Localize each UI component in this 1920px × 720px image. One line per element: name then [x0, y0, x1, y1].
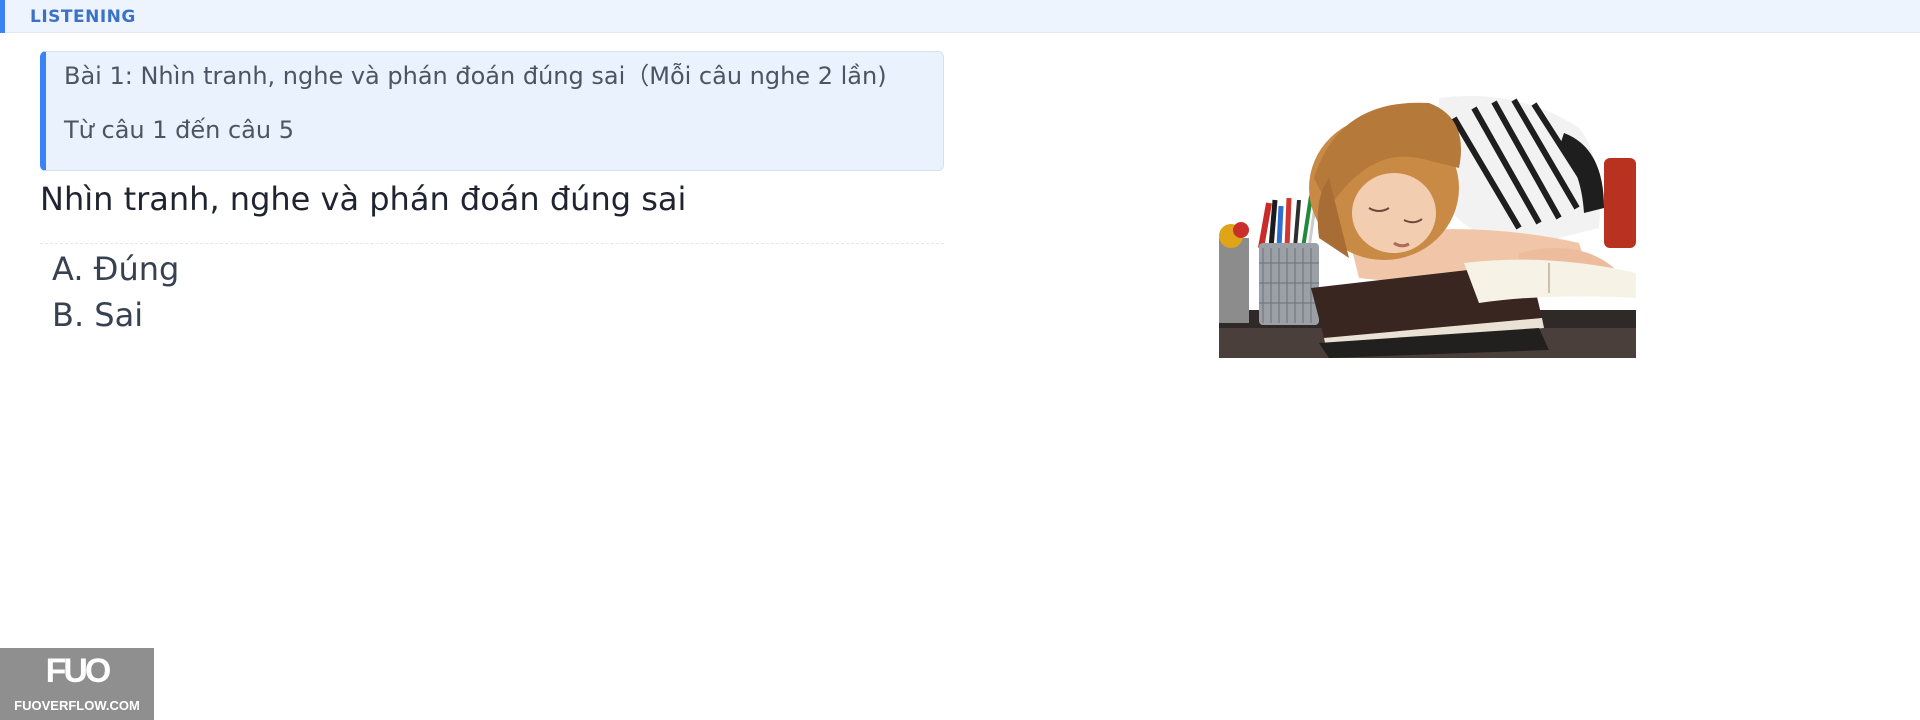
watermark-logo: FUO FUOVERFLOW.COM: [0, 648, 154, 720]
instruction-box: Bài 1: Nhìn tranh, nghe và phán đoán đún…: [40, 51, 944, 171]
student-sleeping-photo: [1219, 88, 1636, 358]
section-accent-bar: [0, 0, 5, 33]
question-text: Nhìn tranh, nghe và phán đoán đúng sai: [40, 180, 687, 218]
watermark-logo-text: FUO: [45, 652, 112, 690]
question-divider: [40, 243, 944, 244]
section-header: LISTENING: [0, 0, 1920, 33]
answer-option-b[interactable]: B. Sai: [52, 296, 143, 334]
watermark-site: FUOVERFLOW.COM: [14, 698, 140, 713]
instruction-range: Từ câu 1 đến câu 5: [64, 116, 294, 144]
instruction-title: Bài 1: Nhìn tranh, nghe và phán đoán đún…: [64, 62, 887, 90]
section-label: LISTENING: [30, 7, 136, 27]
answer-option-a[interactable]: A. Đúng: [52, 250, 179, 288]
